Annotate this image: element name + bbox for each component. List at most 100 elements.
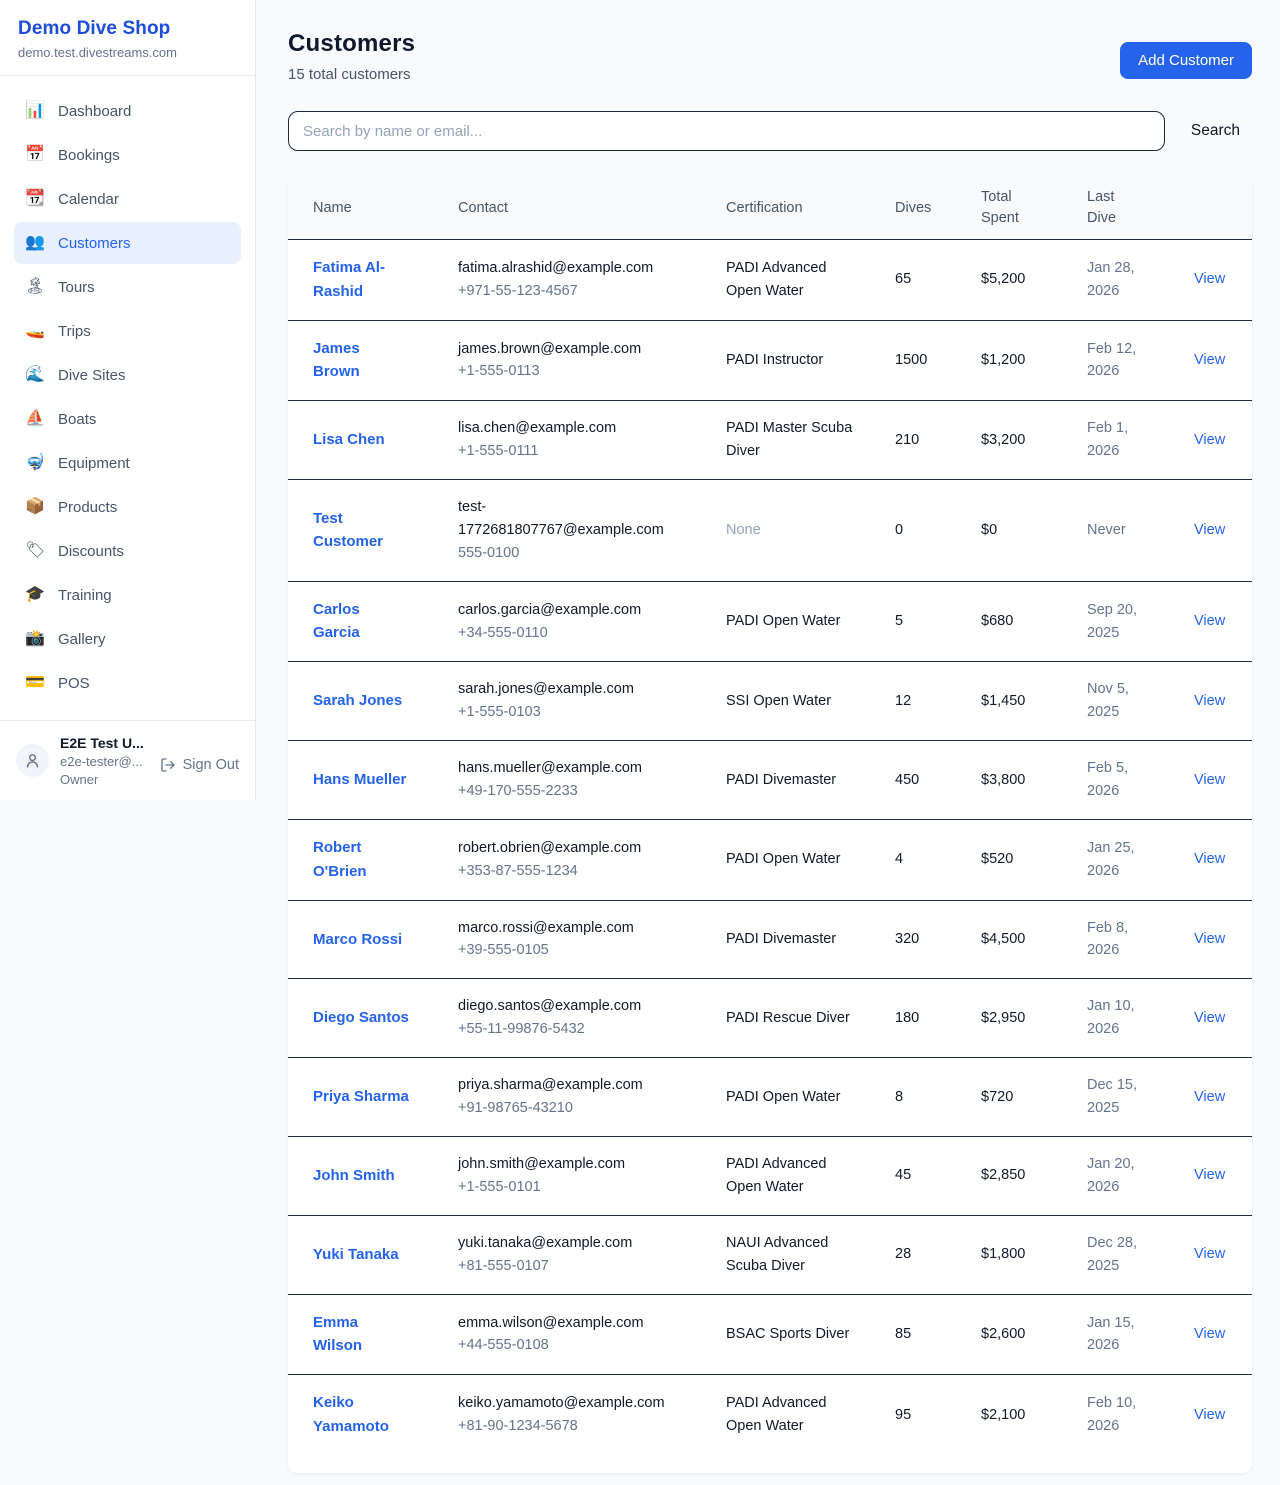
customer-certification: SSI Open Water <box>726 693 831 709</box>
view-customer-link[interactable]: View <box>1194 851 1225 867</box>
customer-name-link[interactable]: Hans Mueller <box>313 768 406 792</box>
user-email: e2e-tester@... <box>60 754 149 769</box>
view-customer-link[interactable]: View <box>1194 352 1225 368</box>
table-row: Keiko Yamamoto keiko.yamamoto@example.co… <box>288 1375 1252 1455</box>
user-avatar-icon <box>16 744 49 777</box>
dive-sites-icon: 🌊 <box>25 367 45 383</box>
customer-email: carlos.garcia@example.com <box>458 599 670 622</box>
sidebar-item-discounts[interactable]: 🏷 Discounts <box>14 530 241 572</box>
customer-total-spent: $2,850 <box>981 1167 1025 1183</box>
customer-dives: 450 <box>895 772 919 788</box>
customer-dives: 5 <box>895 613 903 629</box>
sidebar-nav: 📊 Dashboard 📅 Bookings 📆 Calendar 👥 Cust… <box>0 76 255 720</box>
customer-certification: PADI Divemaster <box>726 772 836 788</box>
view-customer-link[interactable]: View <box>1194 1246 1225 1262</box>
view-customer-link[interactable]: View <box>1194 432 1225 448</box>
table-row: Diego Santos diego.santos@example.com +5… <box>288 979 1252 1058</box>
customer-name-link[interactable]: Emma Wilson <box>313 1311 409 1358</box>
search-button[interactable]: Search <box>1179 122 1252 140</box>
sidebar-item-dive-sites[interactable]: 🌊 Dive Sites <box>14 354 241 396</box>
customer-name-link[interactable]: Marco Rossi <box>313 928 402 952</box>
customer-last-dive: Dec 28, 2025 <box>1087 1235 1137 1274</box>
customer-name-link[interactable]: Keiko Yamamoto <box>313 1391 409 1438</box>
customer-dives: 4 <box>895 851 903 867</box>
customer-email: fatima.alrashid@example.com <box>458 257 670 280</box>
customer-name-link[interactable]: Lisa Chen <box>313 428 385 452</box>
table-row: Marco Rossi marco.rossi@example.com +39-… <box>288 900 1252 979</box>
sidebar-item-customers[interactable]: 👥 Customers <box>14 222 241 264</box>
customer-name-link[interactable]: Test Customer <box>313 507 409 554</box>
view-customer-link[interactable]: View <box>1194 613 1225 629</box>
customer-name-link[interactable]: Sarah Jones <box>313 689 402 713</box>
customer-total-spent: $0 <box>981 522 997 538</box>
view-customer-link[interactable]: View <box>1194 931 1225 947</box>
sidebar-item-training[interactable]: 🎓 Training <box>14 574 241 616</box>
sidebar-item-tours[interactable]: 🏝 Tours <box>14 266 241 308</box>
trips-icon: 🚤 <box>25 323 45 339</box>
sidebar-item-pos[interactable]: 💳 POS <box>14 662 241 704</box>
customer-name-link[interactable]: John Smith <box>313 1164 395 1188</box>
customer-total-spent: $520 <box>981 851 1013 867</box>
sidebar-item-dashboard[interactable]: 📊 Dashboard <box>14 90 241 132</box>
customer-dives: 0 <box>895 522 903 538</box>
customer-phone: 555-0100 <box>458 542 696 565</box>
table-row: Fatima Al-Rashid fatima.alrashid@example… <box>288 240 1252 321</box>
sidebar-item-equipment[interactable]: 🤿 Equipment <box>14 442 241 484</box>
customer-phone: +55-11-99876-5432 <box>458 1018 696 1041</box>
customer-name-link[interactable]: Carlos Garcia <box>313 598 409 645</box>
table-row: Sarah Jones sarah.jones@example.com +1-5… <box>288 662 1252 741</box>
page-title: Customers <box>288 30 415 58</box>
view-customer-link[interactable]: View <box>1194 1167 1225 1183</box>
view-customer-link[interactable]: View <box>1194 1407 1225 1423</box>
calendar-icon: 📆 <box>25 191 45 207</box>
customer-phone: +91-98765-43210 <box>458 1097 696 1120</box>
customer-name-link[interactable]: Diego Santos <box>313 1006 409 1030</box>
view-customer-link[interactable]: View <box>1194 522 1225 538</box>
search-input[interactable] <box>288 111 1165 151</box>
sidebar-item-calendar[interactable]: 📆 Calendar <box>14 178 241 220</box>
customer-email: robert.obrien@example.com <box>458 837 670 860</box>
sidebar: Demo Dive Shop demo.test.divestreams.com… <box>0 0 256 800</box>
customer-name-link[interactable]: Robert O'Brien <box>313 836 409 883</box>
customer-certification: PADI Rescue Diver <box>726 1010 850 1026</box>
customer-dives: 85 <box>895 1326 911 1342</box>
add-customer-button[interactable]: Add Customer <box>1120 42 1252 79</box>
customer-dives: 12 <box>895 693 911 709</box>
dashboard-icon: 📊 <box>25 103 45 119</box>
shop-domain: demo.test.divestreams.com <box>18 45 237 60</box>
customer-name-link[interactable]: Yuki Tanaka <box>313 1243 399 1267</box>
sidebar-item-products[interactable]: 📦 Products <box>14 486 241 528</box>
customer-last-dive: Jan 28, 2026 <box>1087 260 1135 299</box>
col-header-certification: Certification <box>710 177 879 240</box>
sidebar-item-trips[interactable]: 🚤 Trips <box>14 310 241 352</box>
search-row: Search <box>288 111 1252 151</box>
customer-name-link[interactable]: James Brown <box>313 337 409 384</box>
sidebar-item-gallery[interactable]: 📸 Gallery <box>14 618 241 660</box>
customer-dives: 180 <box>895 1010 919 1026</box>
view-customer-link[interactable]: View <box>1194 693 1225 709</box>
customer-total-spent: $2,950 <box>981 1010 1025 1026</box>
customer-total-spent: $2,600 <box>981 1326 1025 1342</box>
view-customer-link[interactable]: View <box>1194 772 1225 788</box>
view-customer-link[interactable]: View <box>1194 1326 1225 1342</box>
customer-email: test-1772681807767@example.com <box>458 496 670 542</box>
customer-certification: PADI Open Water <box>726 851 840 867</box>
view-customer-link[interactable]: View <box>1194 1010 1225 1026</box>
col-header-contact: Contact <box>442 177 710 240</box>
user-box: E2E Test U... e2e-tester@... Owner Sign … <box>0 720 255 807</box>
customer-email: james.brown@example.com <box>458 338 670 361</box>
table-row: John Smith john.smith@example.com +1-555… <box>288 1137 1252 1216</box>
customer-name-link[interactable]: Priya Sharma <box>313 1085 409 1109</box>
customer-phone: +44-555-0108 <box>458 1334 696 1357</box>
view-customer-link[interactable]: View <box>1194 1089 1225 1105</box>
customer-phone: +1-555-0103 <box>458 701 696 724</box>
customer-total-spent: $4,500 <box>981 931 1025 947</box>
customer-name-link[interactable]: Fatima Al-Rashid <box>313 256 409 303</box>
table-row: James Brown james.brown@example.com +1-5… <box>288 320 1252 401</box>
sidebar-item-boats[interactable]: ⛵ Boats <box>14 398 241 440</box>
col-header-dives: Dives <box>879 177 965 240</box>
view-customer-link[interactable]: View <box>1194 271 1225 287</box>
sidebar-item-bookings[interactable]: 📅 Bookings <box>14 134 241 176</box>
sign-out-button[interactable]: Sign Out <box>160 757 239 773</box>
discounts-icon: 🏷 <box>25 543 45 559</box>
